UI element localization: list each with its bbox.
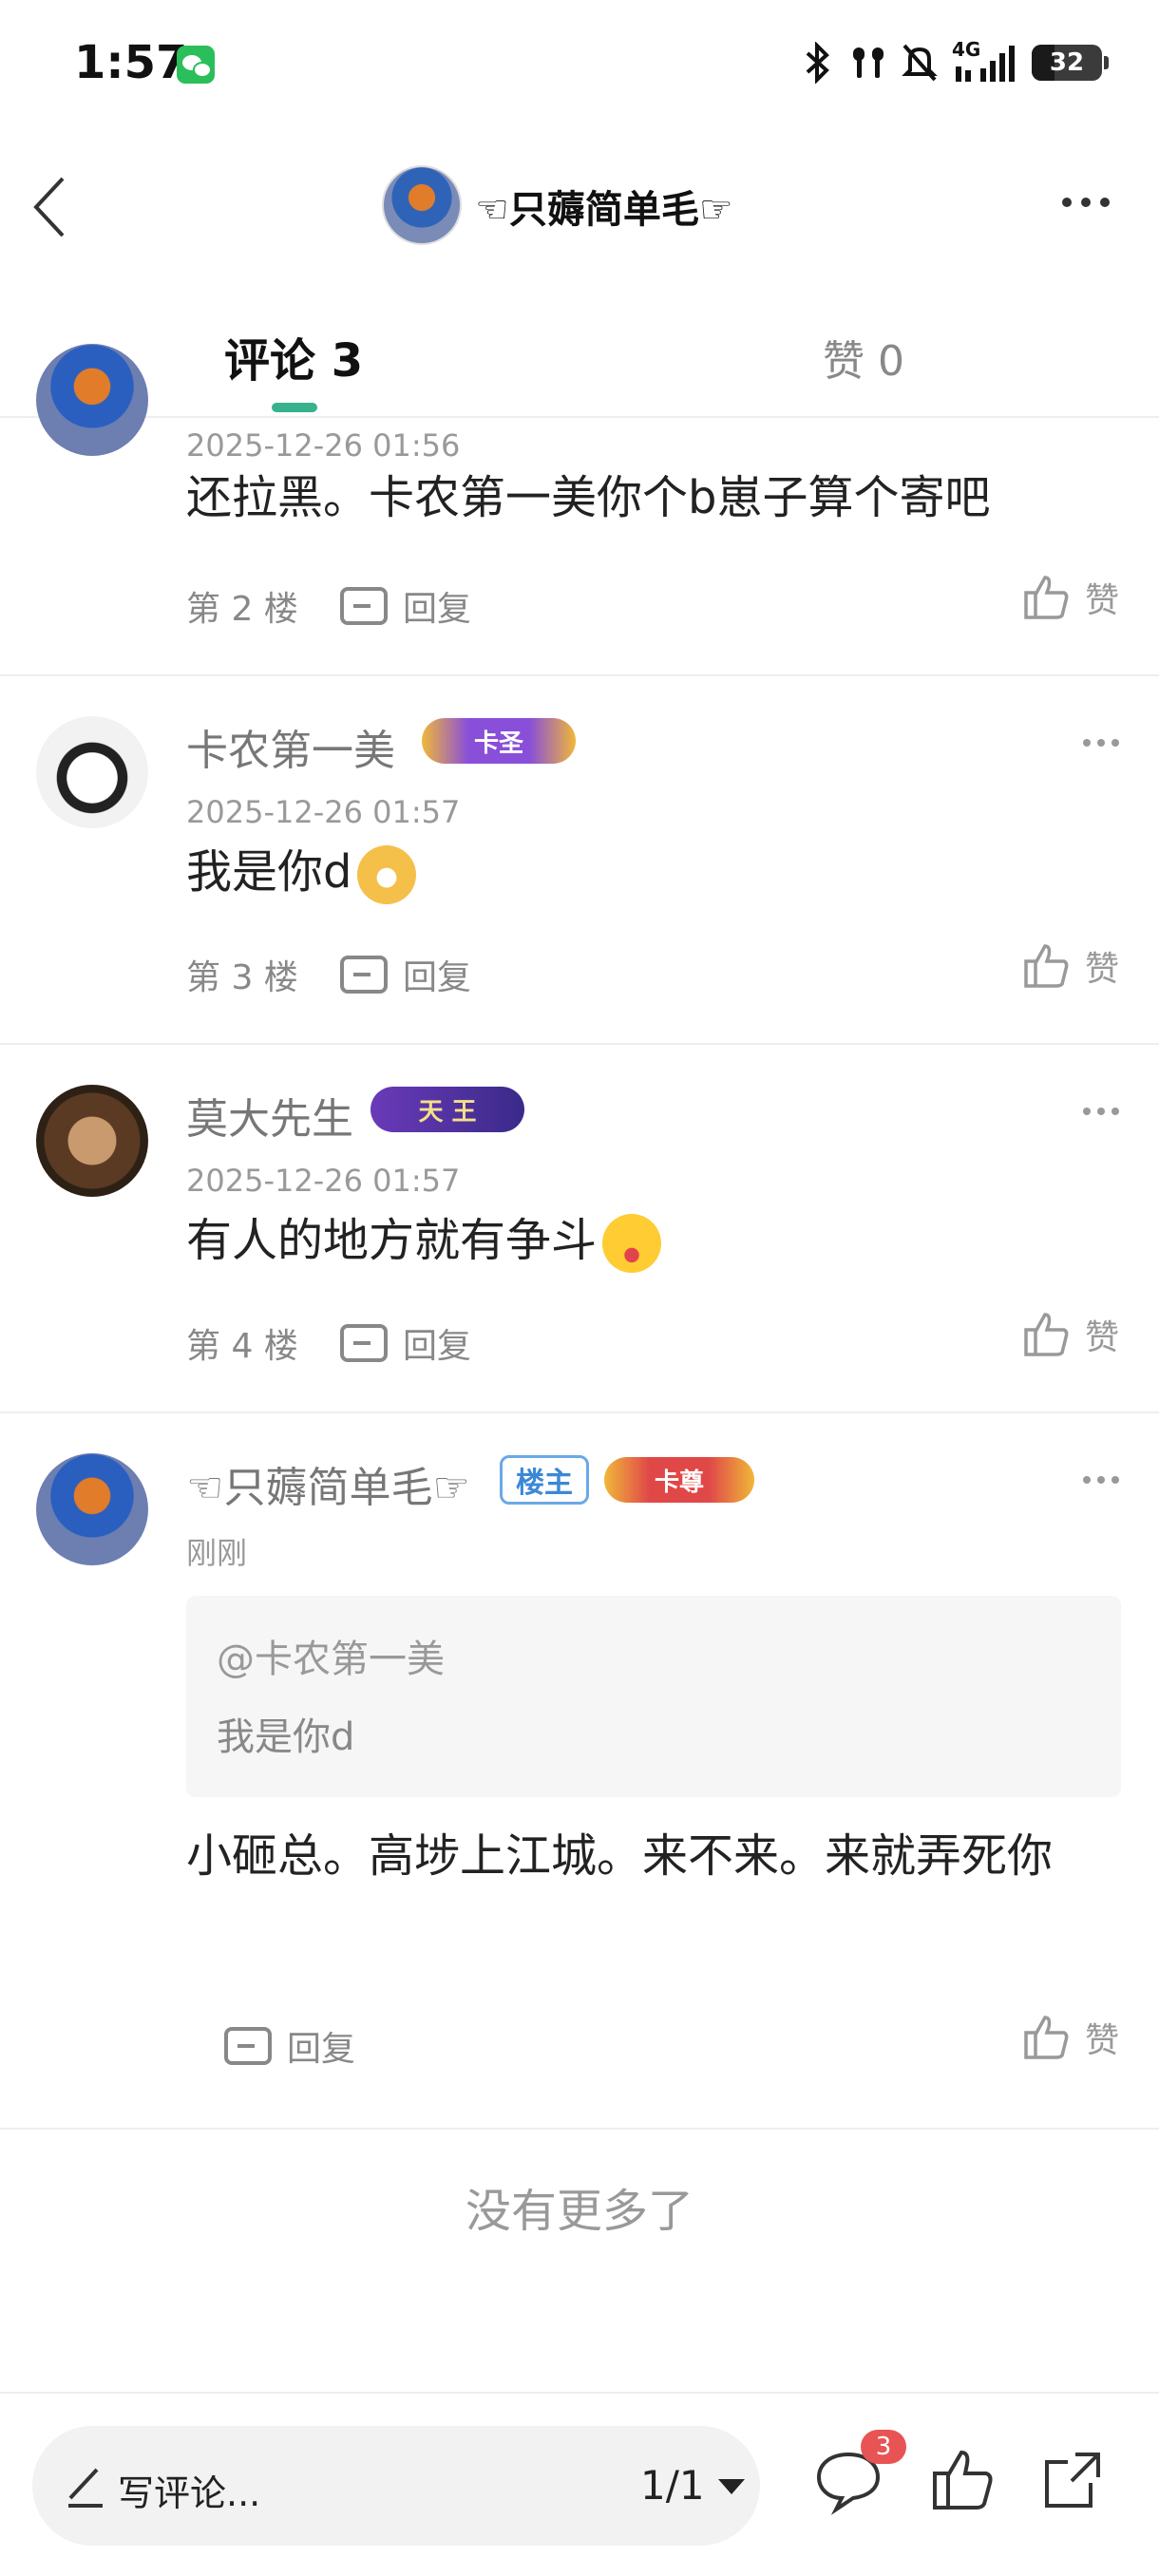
reply-label: 回复 [403,958,472,997]
bottom-bar: 写评论... 1/1 3 [0,2392,1159,2576]
reply-label: 回复 [403,590,472,629]
reply-icon [340,956,388,994]
reply-button[interactable]: 回复 [340,581,471,631]
comment-menu-button[interactable] [1083,1108,1119,1115]
battery-icon: 32 [1032,45,1109,81]
quote-mention[interactable]: @卡农第一美 [217,1628,445,1683]
battery-level: 32 [1049,48,1085,77]
comment-text: 有人的地方就有争斗 [186,1201,1098,1280]
header-avatar[interactable] [382,165,462,245]
mute-icon [901,42,939,84]
avatar[interactable] [36,1085,148,1197]
tab-bar: 评论 3 赞 0 [0,304,1159,418]
reply-button[interactable]: 回复 [340,950,471,999]
comment-author[interactable]: 卡农第一美 [186,716,395,777]
more-button[interactable] [1062,198,1110,207]
reply-label: 回复 [403,1327,472,1366]
comment-item: 莫大先生 天 王 2025-12-26 01:57 有人的地方就有争斗 第 4 … [0,1045,1159,1413]
signal-icon: 4G [952,38,1018,84]
like-button[interactable]: 赞 [1020,1309,1119,1360]
comment-menu-button[interactable] [1083,739,1119,747]
back-button[interactable] [25,169,78,245]
like-button[interactable]: 赞 [1020,2012,1119,2063]
quoted-comment[interactable]: @卡农第一美 我是你d [186,1596,1121,1797]
comment-text: 我是你d [186,832,1098,912]
like-label: 赞 [1084,950,1119,989]
wechat-icon [177,46,215,84]
comment-time: 2025-12-26 01:57 [186,1163,461,1199]
status-time: 1:57 [74,36,188,89]
comment-text: 还拉黑。卡农第一美你个b崽子算个寄吧 [186,471,991,524]
status-icons: 4G 32 [798,38,1109,85]
like-label: 赞 [1084,2021,1119,2060]
rank-badge: 天 王 [370,1087,524,1132]
owner-badge: 楼主 [500,1455,589,1505]
chevron-down-icon[interactable] [718,2479,745,2494]
comment-text-content: 我是你d [186,845,352,899]
tab-indicator [272,403,317,412]
reply-icon [340,587,388,625]
like-button[interactable]: 赞 [1020,940,1119,992]
like-icon [1024,2016,1069,2059]
like-icon [1024,944,1069,988]
reply-button[interactable]: 回复 [224,2021,355,2071]
like-icon [1024,1313,1069,1356]
comment-count-badge: 3 [861,2430,906,2464]
comments-page: 1:57 4G 32 ☜只薅简单毛☞ 评论 3 赞 0 2025-12-26 0… [0,0,1159,2576]
reply-icon [340,1324,388,1362]
comment-item: 卡农第一美 卡圣 2025-12-26 01:57 我是你d 第 3 楼 回复 … [0,676,1159,1045]
floor-number: 第 4 楼 [186,1327,298,1366]
reply-button[interactable]: 回复 [340,1318,471,1368]
rank-badge: 卡尊 [604,1457,754,1503]
comment-text-content: 有人的地方就有争斗 [186,1214,598,1267]
quote-text: 我是你d [217,1715,355,1759]
comment-time: 2025-12-26 01:57 [186,794,461,830]
comment-placeholder: 写评论... [118,2472,261,2514]
comment-item: ☜只薅简单毛☞ 楼主 卡尊 刚刚 @卡农第一美 我是你d 小砸总。高埗上江城。来… [0,1413,1159,2130]
floor-number: 第 2 楼 [186,590,298,629]
more-icon [1062,198,1072,207]
comment-author[interactable]: ☜只薅简单毛☞ [186,1453,470,1514]
reply-icon [224,2027,272,2065]
share-icon[interactable] [1037,2445,1108,2515]
like-label: 赞 [1084,1318,1119,1357]
tab-likes[interactable]: 赞 0 [823,327,904,388]
like-label: 赞 [1084,581,1119,620]
page-title[interactable]: ☜只薅简单毛☞ [475,179,733,234]
like-icon [1024,576,1069,619]
comment-author[interactable]: 莫大先生 [186,1085,353,1146]
comment-text: 小砸总。高埗上江城。来不来。来就弄死你 [186,1829,1054,1883]
starstruck-emoji [602,1214,662,1273]
status-bar: 1:57 4G 32 [0,0,1159,133]
avatar[interactable] [36,344,148,456]
comment-input[interactable]: 写评论... 1/1 [32,2426,760,2546]
comment-item: 2025-12-26 01:56 还拉黑。卡农第一美你个b崽子算个寄吧 第 2 … [0,344,1159,676]
tab-comments[interactable]: 评论 3 [224,323,363,389]
rank-badge: 卡圣 [422,718,576,764]
avatar[interactable] [36,1453,148,1565]
network-type: 4G [952,38,981,61]
earbuds-icon [849,42,887,84]
comment-time: 刚刚 [186,1535,248,1571]
pencil-icon [68,2468,103,2508]
dog-emoji [357,845,417,904]
floor-number: 第 3 楼 [186,958,298,997]
end-of-list-text: 没有更多了 [465,2185,694,2238]
bluetooth-icon [798,41,836,85]
page-indicator[interactable]: 1/1 [640,2462,705,2509]
comment-menu-button[interactable] [1083,1476,1119,1484]
avatar[interactable] [36,716,148,828]
reply-label: 回复 [287,2030,356,2069]
thumbs-up-icon[interactable] [927,2445,998,2515]
back-icon [33,177,65,237]
header: ☜只薅简单毛☞ [0,142,1159,266]
like-button[interactable]: 赞 [1020,572,1119,623]
